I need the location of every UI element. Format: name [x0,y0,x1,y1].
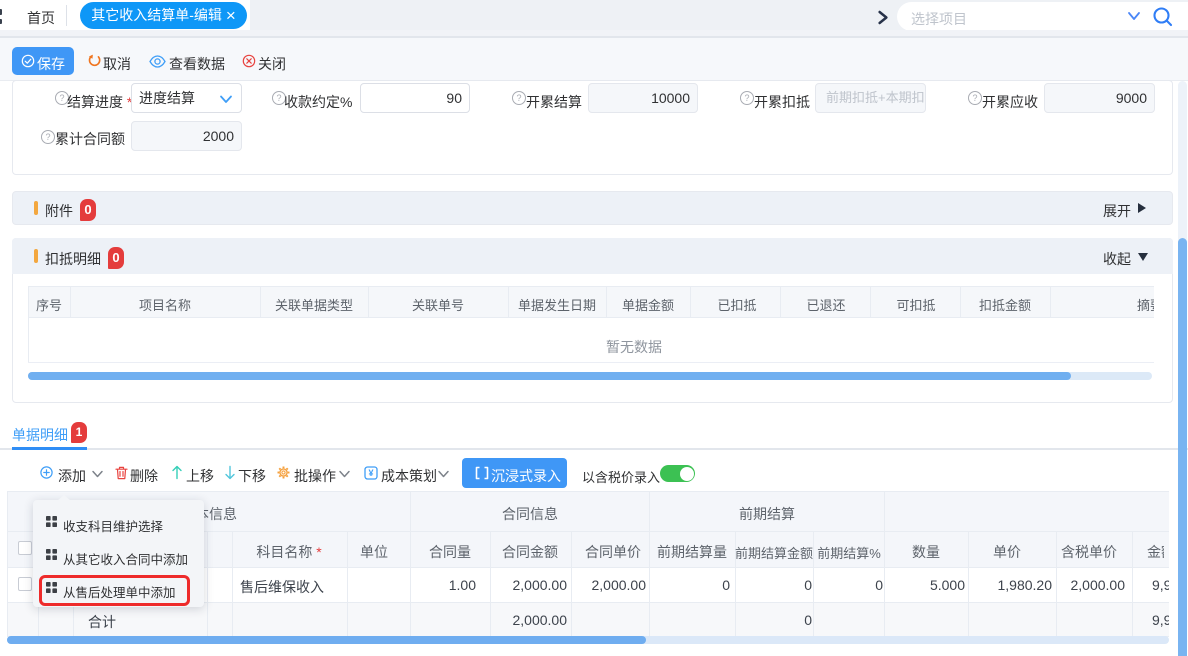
svg-text:¥: ¥ [368,468,373,478]
